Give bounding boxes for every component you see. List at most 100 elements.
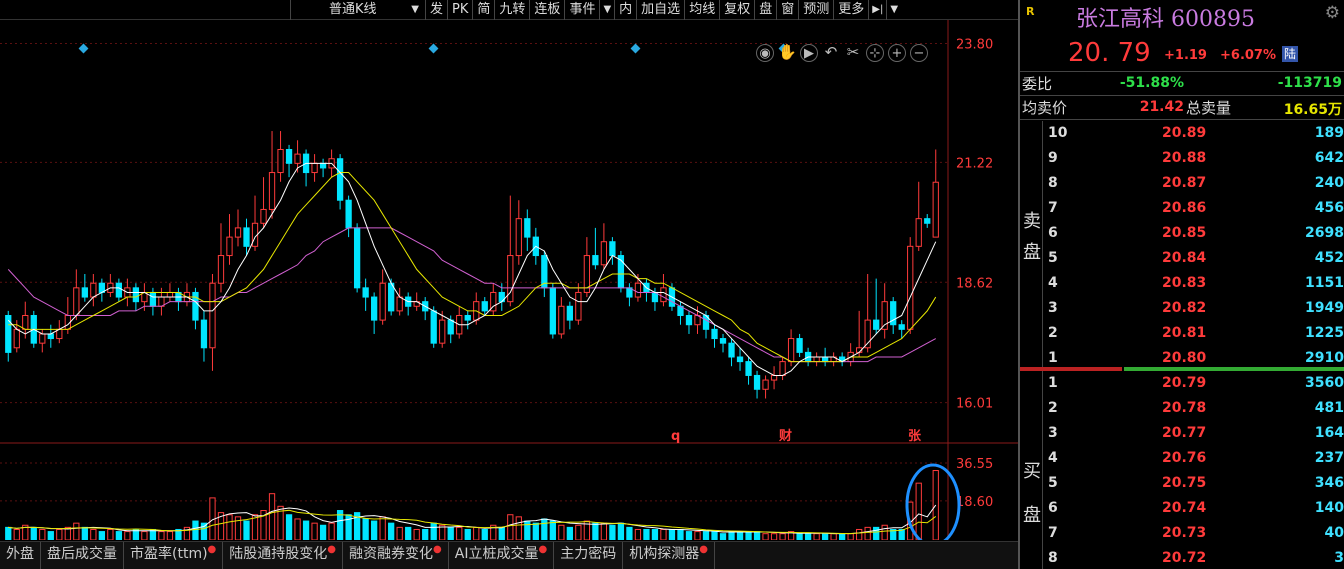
buy-level-price: 20.77	[1162, 425, 1207, 441]
indicator-tabs: 外盘 盘后成交量 市盈率(ttm)● 陆股通持股变化● 融资融券变化● AI立桩成交量● 主…	[0, 541, 1018, 569]
volume-bar	[456, 526, 463, 540]
volume-bar	[362, 518, 369, 540]
candle-body	[728, 342, 735, 358]
toolbar-btn-2[interactable]: 简	[472, 0, 494, 20]
hand-icon[interactable]: ✋	[778, 44, 797, 62]
sell-level-qty: 452	[1314, 250, 1344, 266]
sell-level-index: 4	[1048, 275, 1058, 291]
play-icon[interactable]: ▶	[800, 44, 818, 62]
buy-label-1: 买	[1023, 461, 1041, 482]
toolbar-btn2-5[interactable]: 窗	[776, 0, 798, 20]
buy-level-qty: 3	[1334, 550, 1344, 566]
tab-1[interactable]: 盘后成交量	[41, 542, 124, 569]
toolbar-btn-4[interactable]: 连板	[529, 0, 564, 20]
zoom-in-icon[interactable]: +	[888, 44, 906, 62]
buy-level-row[interactable]: 5 20.75 346	[1046, 471, 1344, 496]
volume-bar	[371, 520, 378, 540]
volume-bar	[762, 533, 769, 540]
sell-level-row[interactable]: 8 20.87 240	[1046, 171, 1344, 196]
tab-label: 盘后成交量	[47, 546, 117, 562]
buy-level-qty: 40	[1324, 525, 1344, 541]
sell-level-qty: 1949	[1305, 300, 1344, 316]
candle-body	[447, 319, 454, 335]
exit-icon[interactable]: ▶|	[868, 0, 886, 20]
candle-body	[787, 338, 795, 363]
buy-level-row[interactable]: 7 20.73 40	[1046, 521, 1344, 546]
new-dot-icon: ●	[327, 544, 337, 555]
toolbar-btn2-2[interactable]: 均线	[684, 0, 719, 20]
tab-3[interactable]: 陆股通持股变化●	[223, 542, 344, 569]
candle-body	[396, 296, 403, 312]
gear-icon[interactable]: ⚙	[1325, 3, 1340, 23]
volume-bar	[770, 533, 778, 540]
buy-level-row[interactable]: 4 20.76 237	[1046, 446, 1344, 471]
caret-down-icon[interactable]: ▼	[599, 0, 614, 20]
volume-bar	[779, 533, 786, 540]
scissors-icon[interactable]: ✂	[844, 44, 862, 62]
new-dot-icon: ●	[207, 544, 217, 555]
event-marker-1: 财	[779, 428, 792, 444]
volume-bar	[847, 533, 854, 540]
crosshair-icon[interactable]: ⊹	[866, 44, 884, 62]
zoom-out-icon[interactable]: −	[910, 44, 928, 62]
volume-bar	[30, 526, 37, 540]
sell-level-row[interactable]: 7 20.86 456	[1046, 196, 1344, 221]
volume-bar	[898, 528, 905, 540]
tab-6[interactable]: 主力密码	[554, 542, 624, 569]
sell-level-row[interactable]: 2 20.81 1225	[1046, 321, 1344, 346]
kline-type-select[interactable]: 普通K线 ▼	[290, 0, 425, 20]
candle-body	[285, 149, 293, 164]
sell-level-qty: 2698	[1305, 225, 1344, 241]
toolbar-btn-1[interactable]: PK	[447, 0, 472, 20]
event-marker-2: 张	[908, 429, 922, 444]
buy-level-row[interactable]: 1 20.79 3560	[1046, 371, 1344, 396]
candle-body	[277, 149, 284, 174]
tab-2[interactable]: 市盈率(ttm)●	[124, 542, 224, 569]
candle-body	[268, 172, 276, 210]
buy-level-row[interactable]: 2 20.78 481	[1046, 396, 1344, 421]
sell-level-row[interactable]: 5 20.84 452	[1046, 246, 1344, 271]
undo-icon[interactable]: ↶	[822, 44, 840, 62]
kline-chart-svg[interactable]: 23.80 21.22 18.62 16.01 36.55 18.60 q 财 张	[0, 20, 1018, 540]
volume-bar	[5, 526, 12, 540]
eye-icon[interactable]: ◉	[756, 44, 774, 62]
volume-bar	[711, 531, 718, 540]
toolbar-btn-3[interactable]: 九转	[494, 0, 529, 20]
sell-level-row[interactable]: 6 20.85 2698	[1046, 221, 1344, 246]
toolbar-btn2-4[interactable]: 盘	[754, 0, 776, 20]
candle-body	[336, 158, 344, 201]
volume-bar	[736, 531, 744, 540]
candle-body	[609, 241, 616, 257]
toolbar-btn2-0[interactable]: 内	[614, 0, 636, 20]
kline-chart[interactable]: 23.80 21.22 18.62 16.01 36.55 18.60 q 财 张 ◉ ✋ ▶ ↶ ✂ ⊹…	[0, 20, 1018, 540]
buy-level-row[interactable]: 3 20.77 164	[1046, 421, 1344, 446]
tab-7[interactable]: 机构探测器●	[623, 542, 715, 569]
toolbar-btn2-6[interactable]: 预测	[798, 0, 833, 20]
sell-level-row[interactable]: 10 20.89 189	[1046, 121, 1344, 146]
sell-level-price: 20.82	[1162, 300, 1207, 316]
toolbar-btn2-1[interactable]: 加自选	[636, 0, 684, 20]
sell-level-row[interactable]: 3 20.82 1949	[1046, 296, 1344, 321]
tab-0[interactable]: 外盘	[0, 542, 41, 569]
toolbar-btn-5[interactable]: 事件	[564, 0, 599, 20]
buy-level-price: 20.76	[1162, 450, 1207, 466]
candle-body	[566, 305, 573, 321]
sell-level-index: 10	[1048, 125, 1068, 141]
tab-5[interactable]: AI立桩成交量●	[449, 542, 555, 569]
buy-level-row[interactable]: 8 20.72 3	[1046, 546, 1344, 569]
toolbar-btn2-3[interactable]: 复权	[719, 0, 754, 20]
tab-label: 外盘	[6, 546, 34, 562]
volume-bar	[422, 528, 429, 540]
sell-level-row[interactable]: 4 20.83 1151	[1046, 271, 1344, 296]
volume-bar	[115, 531, 123, 540]
lu-tag: 陆	[1282, 46, 1299, 62]
candle-body	[217, 255, 225, 284]
tab-4[interactable]: 融资融券变化●	[343, 542, 449, 569]
toolbar-btn2-7[interactable]: 更多	[833, 0, 868, 20]
sell-level-index: 2	[1048, 325, 1058, 341]
buy-level-row[interactable]: 6 20.74 140	[1046, 496, 1344, 521]
sell-level-row[interactable]: 9 20.88 642	[1046, 146, 1344, 171]
caret-down-icon[interactable]: ▼	[886, 0, 901, 20]
toolbar-btn-0[interactable]: 发	[425, 0, 447, 20]
volume-bar	[430, 522, 437, 540]
